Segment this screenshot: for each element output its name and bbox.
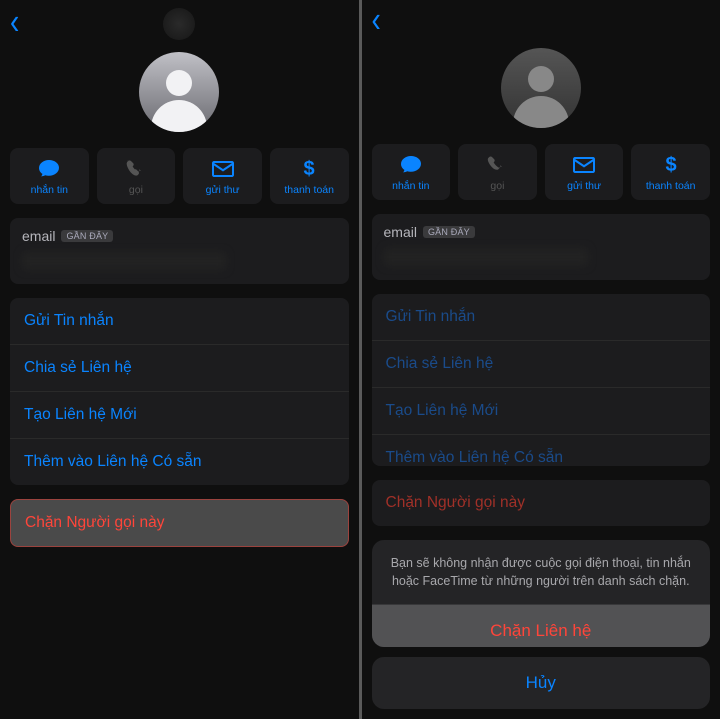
avatar-container <box>362 40 720 144</box>
pay-button[interactable]: $ thanh toán <box>270 148 349 204</box>
screen-left: ‹ nhắn tin gọi gửi thư $ tha <box>0 0 359 719</box>
create-new-contact-option[interactable]: Tạo Liên hệ Mới <box>372 388 711 435</box>
contact-options-list: Gửi Tin nhắn Chia sẻ Liên hệ Tạo Liên hệ… <box>372 294 711 465</box>
email-recent-badge: GẦN ĐÂY <box>423 226 475 238</box>
call-button: gọi <box>458 144 537 200</box>
mail-button[interactable]: gửi thư <box>545 144 624 200</box>
send-message-option[interactable]: Gửi Tin nhắn <box>372 294 711 341</box>
svg-text:$: $ <box>665 154 676 176</box>
mail-label: gửi thư <box>567 180 601 192</box>
mail-icon <box>573 154 595 176</box>
message-button[interactable]: nhắn tin <box>372 144 451 200</box>
block-caller-button[interactable]: Chặn Người gọi này <box>10 499 349 547</box>
phone-icon <box>126 158 146 180</box>
svg-text:$: $ <box>304 158 315 180</box>
call-label: gọi <box>490 180 504 192</box>
email-value-redacted <box>22 252 226 270</box>
contact-options-list: Gửi Tin nhắn Chia sẻ Liên hệ Tạo Liên hệ… <box>10 298 349 485</box>
home-indicator <box>163 8 195 40</box>
message-icon <box>38 158 60 180</box>
top-bar: ‹ <box>0 0 359 44</box>
email-recent-badge: GẦN ĐÂY <box>61 230 113 242</box>
quick-actions: nhắn tin gọi gửi thư $ thanh toán <box>0 148 359 218</box>
message-icon <box>400 154 422 176</box>
block-caller-label: Chặn Người gọi này <box>386 494 525 511</box>
phone-icon <box>487 154 507 176</box>
screen-right: ‹ nhắn tin gọi gửi thư $ thanh to <box>362 0 720 719</box>
email-card[interactable]: email GẦN ĐÂY <box>372 214 711 280</box>
message-label: nhắn tin <box>31 184 68 196</box>
block-confirm-button[interactable]: Chặn Liên hệ <box>372 605 711 647</box>
email-card[interactable]: email GẦN ĐÂY <box>10 218 349 284</box>
block-caller-button: Chặn Người gọi này <box>372 480 711 526</box>
create-new-contact-option[interactable]: Tạo Liên hệ Mới <box>10 392 349 439</box>
email-label: email <box>384 224 417 240</box>
share-contact-option[interactable]: Chia sẻ Liên hệ <box>10 345 349 392</box>
block-confirm-message: Bạn sẽ không nhận được cuộc gọi điện tho… <box>372 540 711 605</box>
block-confirm-sheet: Bạn sẽ không nhận được cuộc gọi điện tho… <box>372 540 711 647</box>
call-button: gọi <box>97 148 176 204</box>
add-existing-contact-option[interactable]: Thêm vào Liên hệ Có sẵn <box>372 435 711 465</box>
add-existing-contact-option[interactable]: Thêm vào Liên hệ Có sẵn <box>10 439 349 485</box>
mail-icon <box>212 158 234 180</box>
back-button[interactable]: ‹ <box>4 1 25 43</box>
block-caller-label: Chặn Người gọi này <box>25 514 164 531</box>
contact-avatar <box>139 52 219 132</box>
email-value-redacted <box>384 248 588 266</box>
dollar-icon: $ <box>302 158 316 180</box>
avatar-container <box>0 44 359 148</box>
pay-label: thanh toán <box>646 180 696 192</box>
cancel-button[interactable]: Hủy <box>372 657 711 709</box>
mail-button[interactable]: gửi thư <box>183 148 262 204</box>
pay-label: thanh toán <box>284 184 334 196</box>
share-contact-option[interactable]: Chia sẻ Liên hệ <box>372 341 711 388</box>
quick-actions: nhắn tin gọi gửi thư $ thanh toán <box>362 144 720 214</box>
back-button[interactable]: ‹ <box>366 0 387 41</box>
top-bar: ‹ <box>362 0 720 40</box>
pay-button[interactable]: $ thanh toán <box>631 144 710 200</box>
dollar-icon: $ <box>664 154 678 176</box>
call-label: gọi <box>129 184 143 196</box>
mail-label: gửi thư <box>206 184 240 196</box>
contact-avatar <box>501 48 581 128</box>
message-button[interactable]: nhắn tin <box>10 148 89 204</box>
email-label: email <box>22 228 55 244</box>
message-label: nhắn tin <box>392 180 429 192</box>
send-message-option[interactable]: Gửi Tin nhắn <box>10 298 349 345</box>
